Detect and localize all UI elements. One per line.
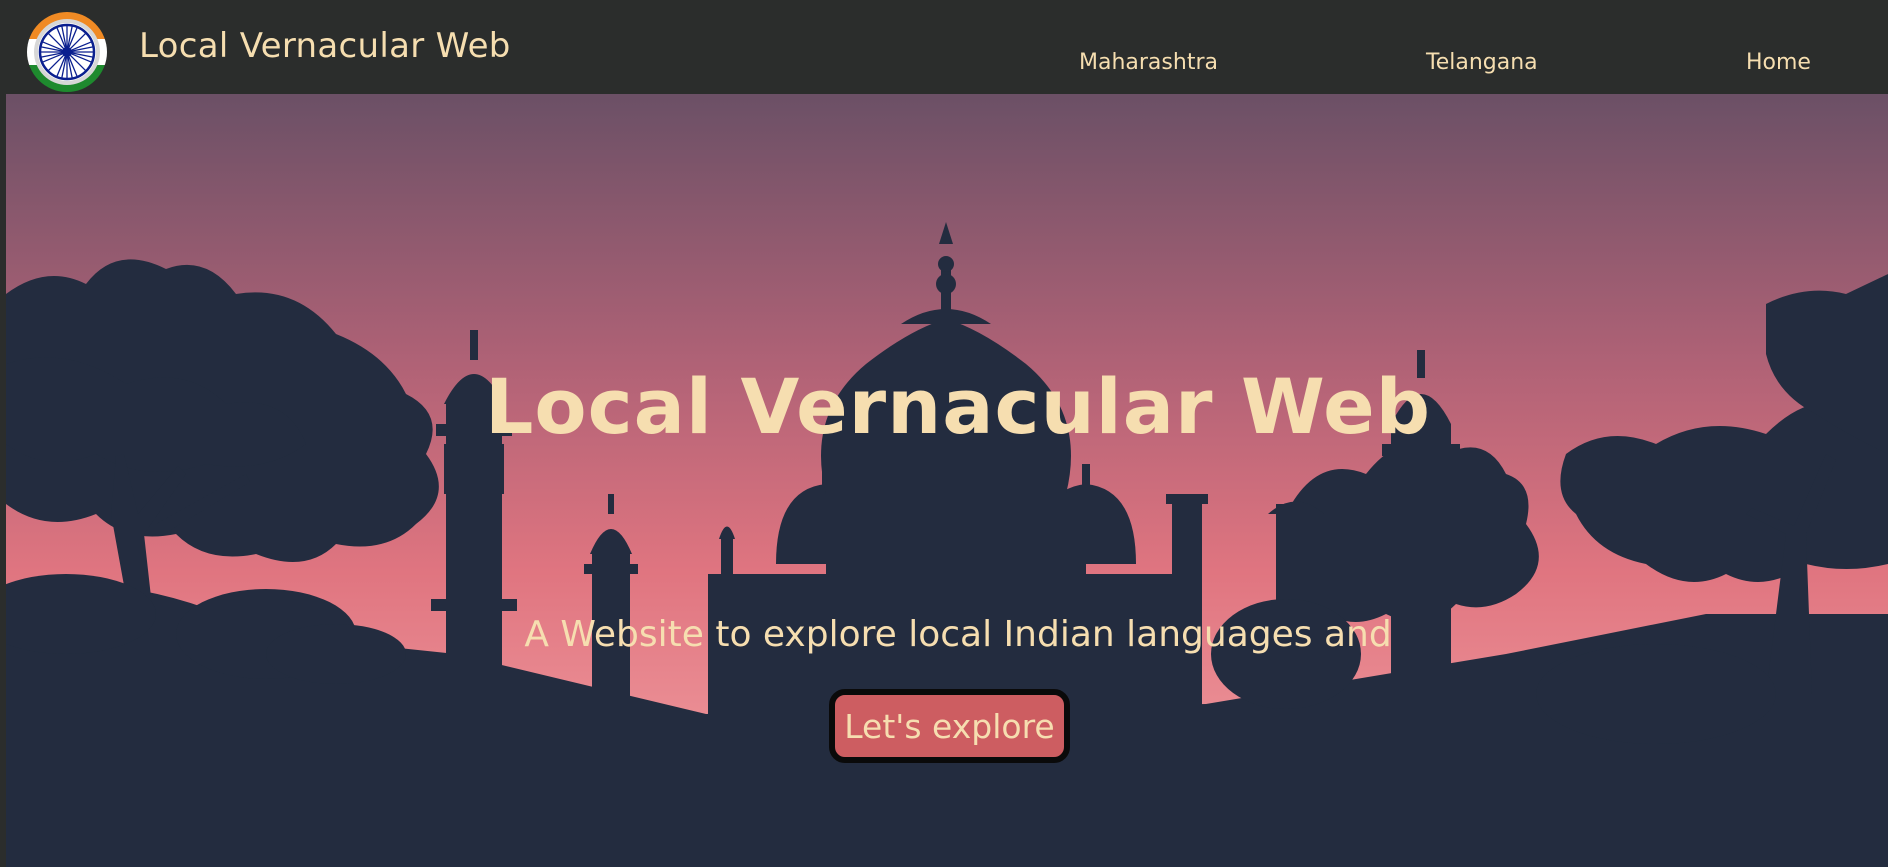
hero-title-text: Local Vernacular Web	[484, 362, 1432, 451]
nav-link-home[interactable]: Home	[1746, 50, 1811, 75]
hero-title: Local Vernacular Web	[6, 362, 1888, 451]
nav-link-maharashtra[interactable]: Maharashtra	[1079, 50, 1218, 75]
navbar: Local Vernacular Web Maharashtra Telanga…	[0, 0, 1888, 94]
hero-subtitle-line-1: A Website to explore local Indian langua…	[524, 614, 1392, 655]
nav-link-telangana[interactable]: Telangana	[1426, 50, 1538, 75]
brand-title[interactable]: Local Vernacular Web	[139, 26, 511, 66]
ashoka-chakra-logo-icon[interactable]	[26, 11, 108, 93]
lets-explore-button[interactable]: Let's explore	[829, 689, 1070, 763]
